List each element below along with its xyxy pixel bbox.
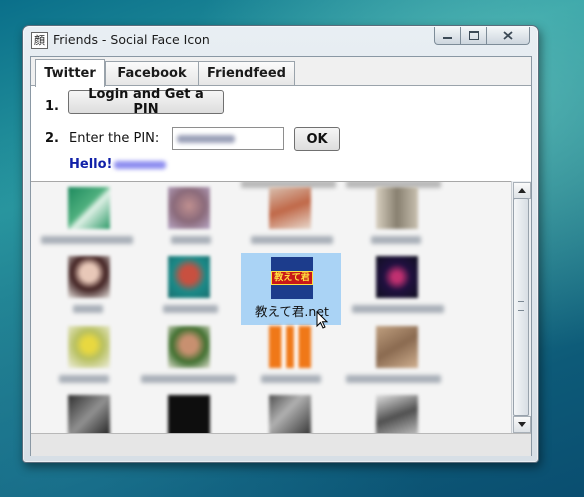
- friend-name-blurred: [371, 236, 421, 244]
- friend-avatar: [376, 187, 418, 229]
- friend-item[interactable]: [141, 253, 241, 325]
- tab-strip: Twitter Facebook Friendfeed: [31, 57, 531, 87]
- friend-avatar: [68, 256, 110, 298]
- friend-name-blurred: [346, 375, 441, 383]
- tab-facebook[interactable]: Facebook: [105, 61, 199, 85]
- friend-avatar: [168, 326, 210, 368]
- tab-friendfeed[interactable]: Friendfeed: [198, 61, 295, 85]
- friends-window: 顔 Friends - Social Face Icon Twitter Fac…: [22, 25, 539, 463]
- friend-item[interactable]: [241, 323, 341, 395]
- friend-logo: 教えて君: [271, 271, 313, 285]
- pin-value-blurred: [177, 135, 235, 143]
- scroll-up-button[interactable]: [513, 182, 531, 199]
- scroll-down-button[interactable]: [513, 416, 531, 433]
- pin-label: Enter the PIN:: [69, 131, 160, 146]
- friend-item[interactable]: [346, 184, 446, 256]
- client-area: Twitter Facebook Friendfeed 1. Login and…: [30, 56, 532, 456]
- minimize-button[interactable]: [434, 27, 461, 45]
- close-icon: [503, 31, 513, 40]
- friend-name-blurred: [73, 305, 103, 313]
- ok-button[interactable]: OK: [294, 127, 340, 151]
- friend-avatar: [376, 395, 418, 434]
- mouse-cursor-icon: [316, 311, 329, 329]
- friend-avatar: [168, 395, 210, 434]
- friend-item[interactable]: [346, 323, 446, 395]
- app-icon: 顔: [31, 32, 48, 49]
- username-blurred: [114, 161, 166, 169]
- friend-item[interactable]: [141, 184, 241, 256]
- friend-item[interactable]: [41, 253, 141, 325]
- friend-avatar: [168, 256, 210, 298]
- status-bar: [31, 433, 531, 456]
- friend-name-blurred: [59, 375, 109, 383]
- scroll-grip-icon: [518, 301, 524, 311]
- friend-name-blurred: [171, 236, 211, 244]
- friend-name-blurred: [352, 305, 444, 313]
- friend-avatar: [68, 326, 110, 368]
- close-button[interactable]: [486, 27, 530, 45]
- maximize-icon: [468, 31, 479, 40]
- friend-item[interactable]: [241, 392, 341, 434]
- friend-item[interactable]: [41, 323, 141, 395]
- friend-item[interactable]: [141, 323, 241, 395]
- title-bar[interactable]: 顔 Friends - Social Face Icon: [23, 26, 538, 54]
- scroll-thumb[interactable]: [513, 198, 529, 416]
- friend-name-blurred: [261, 375, 321, 383]
- twitter-auth-panel: 1. Login and Get a PIN 2. Enter the PIN:…: [31, 86, 531, 181]
- friend-avatar: [168, 187, 210, 229]
- friend-item[interactable]: [141, 392, 241, 434]
- window-title: Friends - Social Face Icon: [53, 32, 210, 47]
- step1-number: 1.: [45, 99, 59, 114]
- friend-avatar: [376, 326, 418, 368]
- friends-icon-grid: 教えて君 教えて君.net: [31, 181, 511, 434]
- login-get-pin-button[interactable]: Login and Get a PIN: [68, 87, 224, 117]
- friend-name-blurred: [251, 236, 333, 244]
- friend-name-blurred: [163, 305, 218, 313]
- hello-label: Hello!: [69, 157, 113, 172]
- pin-input[interactable]: [172, 127, 284, 150]
- scroll-down-icon: [518, 422, 526, 427]
- step2-number: 2.: [45, 131, 59, 146]
- scroll-up-icon: [518, 188, 526, 193]
- friend-name-blurred: [41, 236, 133, 244]
- friend-avatar: [376, 256, 418, 298]
- friend-avatar: [269, 326, 311, 368]
- friend-avatar: [269, 395, 311, 434]
- friend-avatar: 教えて君: [271, 257, 313, 299]
- friend-name-blurred: [141, 375, 236, 383]
- friend-item[interactable]: [346, 253, 446, 325]
- friend-item[interactable]: [41, 184, 141, 256]
- minimize-icon: [443, 37, 452, 39]
- friend-avatar: [269, 187, 311, 229]
- friend-item[interactable]: [346, 392, 446, 434]
- friend-avatar: [68, 187, 110, 229]
- friend-item[interactable]: [41, 392, 141, 434]
- friend-item[interactable]: [241, 184, 341, 256]
- friend-avatar: [68, 395, 110, 434]
- maximize-button[interactable]: [460, 27, 487, 45]
- tab-twitter[interactable]: Twitter: [35, 59, 105, 87]
- vertical-scrollbar[interactable]: [511, 181, 531, 433]
